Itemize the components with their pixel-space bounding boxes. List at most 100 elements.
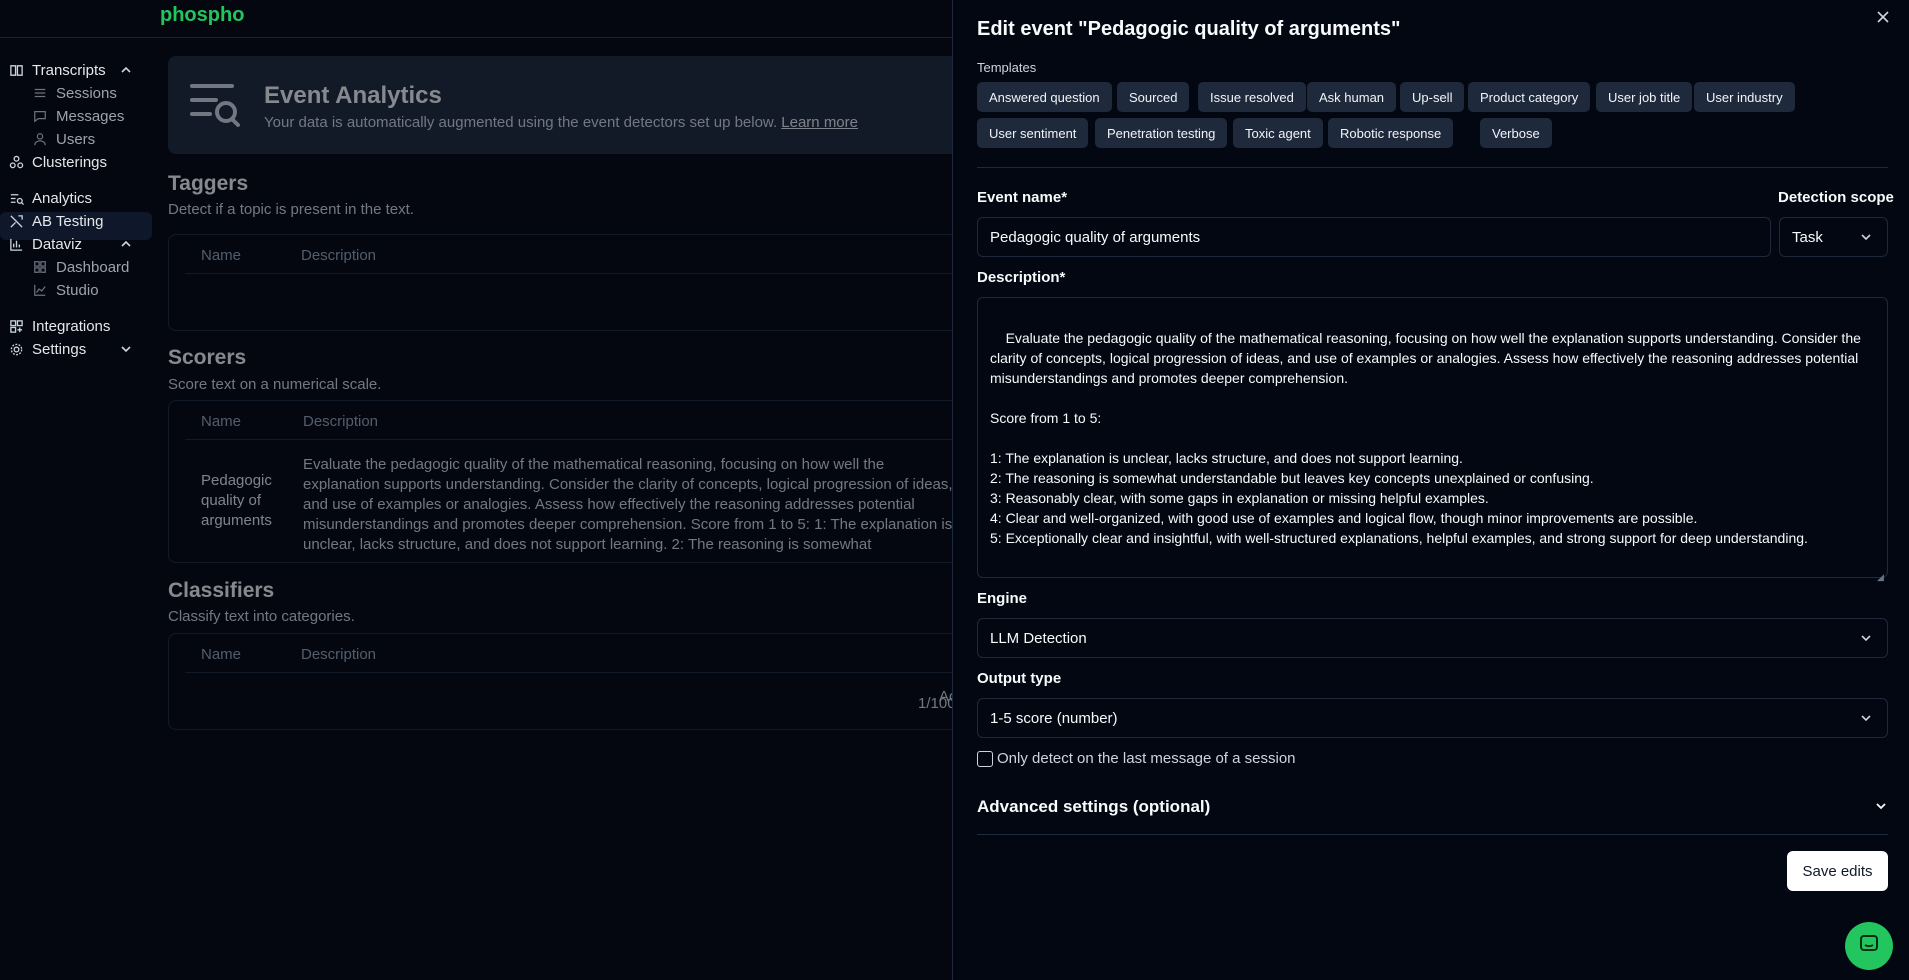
sidebar-item-label: Analytics bbox=[32, 189, 93, 207]
sidebar-item-clusterings[interactable]: Clusterings bbox=[8, 149, 107, 175]
template-chip[interactable]: Toxic agent bbox=[1233, 118, 1323, 148]
template-chip[interactable]: Penetration testing bbox=[1095, 118, 1228, 148]
template-chip[interactable]: Issue resolved bbox=[1198, 82, 1306, 112]
taggers-title: Taggers bbox=[168, 172, 249, 195]
scorers-subtitle: Score text on a numerical scale. bbox=[168, 376, 382, 393]
sidebar-item-label: Settings bbox=[32, 340, 87, 358]
analytics-icon bbox=[8, 190, 24, 206]
detection-scope-value: Task bbox=[1792, 228, 1823, 246]
grid-icon bbox=[32, 259, 48, 275]
last-message-label[interactable]: Only detect on the last message of a ses… bbox=[997, 750, 1296, 767]
drawer-title: Edit event "Pedagogic quality of argumen… bbox=[977, 18, 1401, 40]
save-edits-button[interactable]: Save edits bbox=[1787, 851, 1888, 891]
page-subtitle: Your data is automatically augmented usi… bbox=[264, 114, 858, 131]
template-chip[interactable]: Up-sell bbox=[1400, 82, 1465, 112]
template-chip[interactable]: User industry bbox=[1694, 82, 1795, 112]
template-chip[interactable]: Answered question bbox=[977, 82, 1112, 112]
resize-handle-icon[interactable]: ◢ bbox=[1877, 567, 1885, 582]
sidebar-item-label: Users bbox=[56, 130, 96, 148]
taggers-table: Name Description bbox=[168, 234, 998, 331]
sidebar-item-label: Integrations bbox=[32, 317, 111, 335]
sidebar-item-label: Dashboard bbox=[56, 258, 130, 276]
chart-icon bbox=[8, 236, 24, 252]
detection-scope-select[interactable]: Task bbox=[1779, 217, 1888, 257]
chevron-down-icon[interactable] bbox=[1874, 799, 1888, 813]
line-chart-icon bbox=[32, 282, 48, 298]
classifiers-subtitle: Classify text into categories. bbox=[168, 608, 355, 625]
classifiers-table: Name Description Ac bbox=[168, 633, 998, 730]
divider bbox=[977, 167, 1888, 168]
divider bbox=[977, 834, 1888, 835]
template-chip[interactable]: Robotic response bbox=[1328, 118, 1454, 148]
divider bbox=[185, 672, 997, 673]
chat-widget-button[interactable] bbox=[1845, 922, 1893, 970]
chevron-down-icon bbox=[1859, 631, 1873, 645]
divider bbox=[185, 273, 997, 274]
description-label: Description* bbox=[977, 269, 1066, 286]
template-chip[interactable]: User job title bbox=[1596, 82, 1693, 112]
table-row-description: Evaluate the pedagogic quality of the ma… bbox=[303, 456, 958, 557]
template-chip[interactable]: Verbose bbox=[1480, 118, 1552, 148]
close-icon[interactable] bbox=[1876, 8, 1890, 29]
scorers-title: Scorers bbox=[168, 346, 247, 369]
gear-icon bbox=[8, 341, 24, 357]
brand-logo[interactable]: phospho bbox=[160, 4, 244, 27]
template-chip[interactable]: Ask human bbox=[1307, 82, 1397, 112]
message-icon bbox=[32, 108, 48, 124]
sidebar-item-label: Messages bbox=[56, 107, 125, 125]
table-row-name[interactable]: Pedagogic quality of arguments bbox=[201, 471, 291, 531]
list-icon bbox=[32, 85, 48, 101]
template-chip[interactable]: Product category bbox=[1468, 82, 1591, 112]
chevron-down-icon bbox=[1859, 711, 1873, 725]
description-text: Evaluate the pedagogic quality of the ma… bbox=[990, 330, 1861, 546]
column-header-name: Name bbox=[201, 413, 242, 430]
subtitle-text: Your data is automatically augmented usi… bbox=[264, 114, 778, 131]
user-icon bbox=[32, 131, 48, 147]
clusters-icon bbox=[8, 154, 24, 170]
sidebar bbox=[0, 38, 158, 980]
column-header-description: Description bbox=[301, 646, 377, 663]
book-icon bbox=[8, 62, 24, 78]
page-title: Event Analytics bbox=[264, 82, 442, 109]
split-icon bbox=[8, 213, 24, 229]
sidebar-item-label: Transcripts bbox=[32, 61, 106, 79]
sidebar-item-label: Sessions bbox=[56, 84, 117, 102]
advanced-settings-toggle[interactable]: Advanced settings (optional) bbox=[977, 797, 1210, 817]
event-name-input[interactable]: Pedagogic quality of arguments bbox=[977, 217, 1771, 257]
analytics-icon bbox=[188, 80, 240, 128]
pagination: 1/100 bbox=[918, 695, 956, 712]
column-header-name: Name bbox=[201, 247, 242, 264]
taggers-subtitle: Detect if a topic is present in the text… bbox=[168, 201, 414, 218]
app-root: phospho Transcripts Sessions Messages Us… bbox=[0, 0, 1909, 980]
analytics-hero: Event Analytics Your data is automatical… bbox=[168, 56, 998, 154]
engine-value: LLM Detection bbox=[990, 629, 1087, 647]
sidebar-item-label: Studio bbox=[56, 281, 99, 299]
chat-icon bbox=[1858, 933, 1880, 960]
engine-label: Engine bbox=[977, 590, 1028, 607]
chevron-down-icon[interactable] bbox=[120, 336, 132, 362]
sidebar-item-label: Clusterings bbox=[32, 153, 108, 171]
output-type-value: 1-5 score (number) bbox=[990, 709, 1118, 727]
column-header-description: Description bbox=[303, 413, 379, 430]
column-header-description: Description bbox=[301, 247, 377, 264]
event-name-label: Event name* bbox=[977, 189, 1068, 206]
template-chip[interactable]: Sourced bbox=[1117, 82, 1190, 112]
divider bbox=[185, 439, 997, 440]
chevron-up-icon[interactable] bbox=[120, 57, 132, 83]
last-message-checkbox[interactable] bbox=[977, 751, 993, 767]
scorers-table: Name Description Pedagogic quality of ar… bbox=[168, 400, 998, 563]
output-type-label: Output type bbox=[977, 670, 1062, 687]
chevron-down-icon bbox=[1859, 230, 1873, 244]
description-textarea[interactable]: Evaluate the pedagogic quality of the ma… bbox=[977, 297, 1888, 582]
column-header-name: Name bbox=[201, 646, 242, 663]
templates-label: Templates bbox=[977, 60, 1037, 75]
engine-select[interactable]: LLM Detection bbox=[977, 618, 1888, 658]
sidebar-item-settings[interactable]: Settings bbox=[8, 336, 86, 362]
sidebar-item-label: AB Testing bbox=[32, 212, 104, 230]
detection-scope-label: Detection scope bbox=[1778, 189, 1894, 206]
learn-more-link[interactable]: Learn more bbox=[781, 114, 858, 131]
output-type-select[interactable]: 1-5 score (number) bbox=[977, 698, 1888, 738]
template-chip[interactable]: User sentiment bbox=[977, 118, 1089, 148]
sidebar-item-studio[interactable]: Studio bbox=[32, 277, 99, 303]
integrations-icon bbox=[8, 318, 24, 334]
